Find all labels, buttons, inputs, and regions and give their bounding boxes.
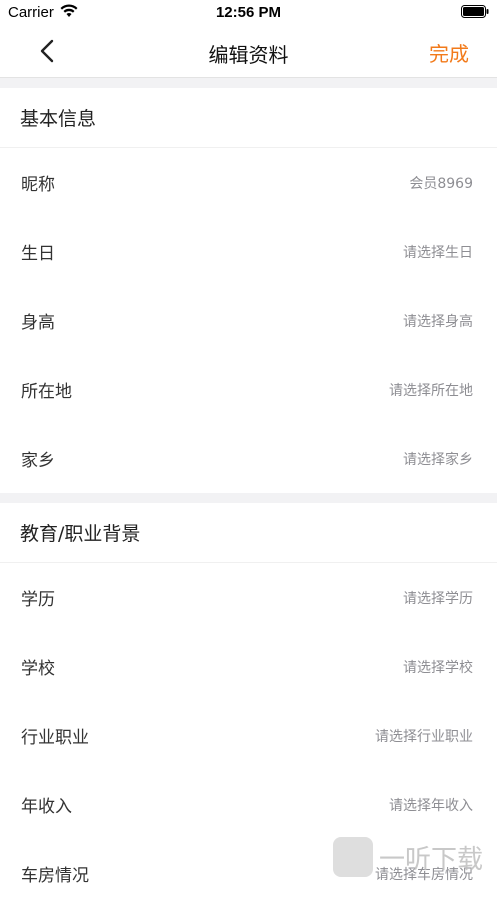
row-annual-income[interactable]: 年收入 请选择年收入 bbox=[0, 770, 497, 839]
page-title: 编辑资料 bbox=[0, 39, 497, 68]
status-time: 12:56 PM bbox=[0, 4, 497, 21]
row-height[interactable]: 身高 请选择身高 bbox=[0, 286, 497, 355]
row-value: 会员8969 bbox=[409, 173, 473, 193]
navigation-bar: 编辑资料 完成 bbox=[0, 26, 497, 78]
row-label: 学校 bbox=[21, 654, 55, 679]
row-label: 学历 bbox=[21, 585, 55, 610]
profile-form: 基本信息 昵称 会员8969 生日 请选择生日 身高 请选择身高 所在地 请选择… bbox=[0, 78, 497, 908]
row-label: 车房情况 bbox=[21, 861, 89, 886]
row-label: 所在地 bbox=[21, 377, 72, 402]
row-value: 请选择所在地 bbox=[389, 380, 473, 400]
section-divider bbox=[0, 78, 497, 88]
row-label: 家乡 bbox=[21, 446, 55, 471]
row-label: 身高 bbox=[21, 308, 55, 333]
row-hometown[interactable]: 家乡 请选择家乡 bbox=[0, 424, 497, 493]
row-nickname[interactable]: 昵称 会员8969 bbox=[0, 148, 497, 217]
row-value: 请选择身高 bbox=[403, 311, 473, 331]
row-value: 请选择学校 bbox=[403, 657, 473, 677]
watermark-text: 一听下载 bbox=[379, 839, 483, 876]
row-value: 请选择生日 bbox=[403, 242, 473, 262]
row-label: 生日 bbox=[21, 239, 55, 264]
row-value: 请选择家乡 bbox=[403, 449, 473, 469]
watermark: 一听下载 bbox=[327, 831, 497, 883]
section-header-basic-info: 基本信息 bbox=[0, 88, 497, 148]
battery-icon bbox=[461, 5, 489, 18]
row-value: 请选择年收入 bbox=[389, 795, 473, 815]
row-birthday[interactable]: 生日 请选择生日 bbox=[0, 217, 497, 286]
row-education[interactable]: 学历 请选择学历 bbox=[0, 563, 497, 632]
status-bar: Carrier 12:56 PM bbox=[0, 0, 497, 26]
row-value: 请选择行业职业 bbox=[375, 726, 473, 746]
row-location[interactable]: 所在地 请选择所在地 bbox=[0, 355, 497, 424]
row-label: 昵称 bbox=[21, 170, 55, 195]
row-school[interactable]: 学校 请选择学校 bbox=[0, 632, 497, 701]
section-header-education-career: 教育/职业背景 bbox=[0, 503, 497, 563]
row-occupation[interactable]: 行业职业 请选择行业职业 bbox=[0, 701, 497, 770]
row-label: 行业职业 bbox=[21, 723, 89, 748]
row-label: 年收入 bbox=[21, 792, 72, 817]
row-value: 请选择学历 bbox=[403, 588, 473, 608]
section-divider bbox=[0, 493, 497, 503]
done-button[interactable]: 完成 bbox=[429, 38, 469, 67]
watermark-logo-icon bbox=[333, 837, 373, 877]
